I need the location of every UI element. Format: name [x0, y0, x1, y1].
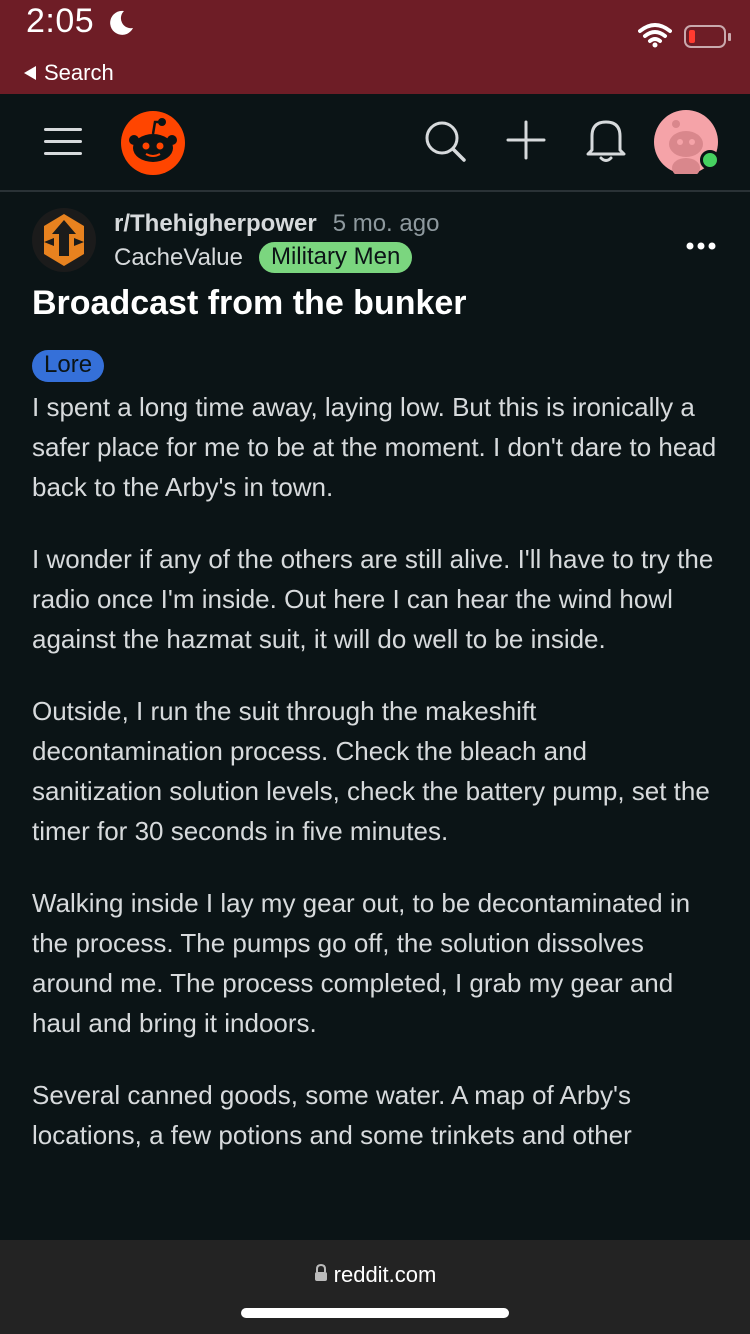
- author-line: CacheValue Military Men: [114, 242, 413, 273]
- address-bar[interactable]: reddit.com: [0, 1262, 750, 1288]
- author-link[interactable]: CacheValue: [114, 244, 243, 272]
- post-paragraph: I wonder if any of the others are still …: [32, 544, 714, 654]
- status-time: 2:05: [26, 2, 95, 40]
- post-paragraph: Outside, I run the suit through the make…: [32, 696, 710, 846]
- post-flair-badge[interactable]: Lore: [32, 350, 105, 382]
- post-title: Broadcast from the bunker: [32, 284, 467, 322]
- avatar[interactable]: [654, 110, 720, 178]
- post-paragraph: I spent a long time away, laying low. Bu…: [32, 392, 717, 502]
- back-label: Search: [44, 60, 114, 85]
- bell-icon[interactable]: [584, 116, 628, 169]
- status-bar: 2:05 Search: [0, 0, 750, 94]
- moon-icon: [106, 8, 136, 43]
- back-arrow-icon: [24, 66, 36, 80]
- search-icon[interactable]: [422, 118, 470, 171]
- reddit-logo[interactable]: [120, 110, 186, 181]
- subreddit-icon[interactable]: [32, 208, 96, 272]
- lock-icon: [314, 1262, 328, 1288]
- wifi-icon: [638, 22, 672, 53]
- battery-icon: [684, 25, 732, 54]
- home-indicator: [241, 1308, 509, 1318]
- post-body: I spent a long time away, laying low. Bu…: [32, 387, 722, 1187]
- post-paragraph: Several canned goods, some water. A map …: [32, 1080, 632, 1150]
- online-status-dot: [700, 150, 720, 170]
- post-meta-line: r/Thehigherpower 5 mo. ago: [114, 210, 439, 238]
- url-text: reddit.com: [333, 1262, 437, 1287]
- user-flair-badge: Military Men: [258, 242, 413, 273]
- more-options-icon[interactable]: [686, 238, 716, 256]
- browser-bottom-bar: reddit.com: [0, 1240, 750, 1334]
- post-paragraph: Walking inside I lay my gear out, to be …: [32, 888, 691, 1038]
- reddit-top-nav: [0, 94, 750, 192]
- back-to-search-button[interactable]: Search: [24, 60, 114, 86]
- create-post-icon[interactable]: [504, 118, 548, 167]
- post-age: 5 mo. ago: [332, 210, 440, 237]
- menu-icon[interactable]: [44, 126, 84, 163]
- subreddit-link[interactable]: r/Thehigherpower: [114, 210, 317, 238]
